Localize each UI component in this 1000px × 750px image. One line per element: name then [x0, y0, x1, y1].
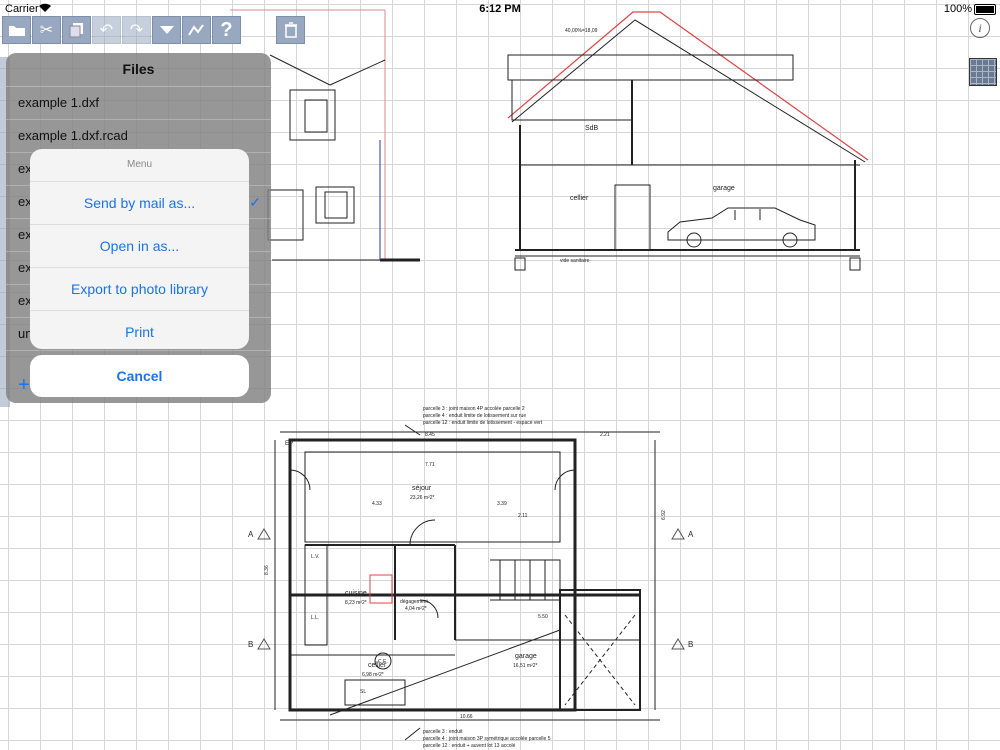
label-sl: SL [360, 689, 366, 695]
note-bottom-2: parcelle 4 : joint maison 3P symétrique … [423, 736, 551, 742]
dim-221: 2.21 [600, 432, 610, 438]
export-photo-library-button[interactable]: Export to photo library [30, 268, 249, 311]
send-by-mail-button[interactable]: Send by mail as... [30, 182, 249, 225]
label-sdb: SdB [585, 125, 599, 132]
label-garage-area: 16,51 m²2* [513, 663, 538, 669]
label-lv: L.V. [311, 554, 319, 560]
label-garage-bottom: garage [515, 653, 537, 660]
dim-339: 3.39 [497, 501, 507, 507]
label-roof-dim: 40,00%=18,09 [565, 28, 598, 34]
cancel-button[interactable]: Cancel [30, 355, 249, 397]
scissors-icon[interactable]: ✂ [32, 16, 61, 44]
label-sejour-area: 23,26 m²2* [410, 495, 435, 501]
label-cellier-area: 6,98 m²2* [362, 672, 384, 678]
dim-433: 4.33 [372, 501, 382, 507]
label-sejour: séjour [412, 485, 432, 492]
label-ce: C.E. [378, 659, 388, 665]
open-in-button[interactable]: Open in as... [30, 225, 249, 268]
dim-771: 7.71 [425, 462, 435, 468]
undo-icon[interactable]: ↶ [92, 16, 121, 44]
dim-211: 2.11 [518, 513, 528, 519]
note-bottom-3: parcelle 12 : enduit + auvent lot 13 acc… [423, 743, 516, 749]
dim-550: 5.50 [538, 614, 548, 620]
help-icon[interactable]: ? [212, 16, 241, 44]
label-garage-top: garage [713, 185, 735, 192]
label-section-a-right: A [688, 530, 694, 539]
file-item[interactable]: example 1.dxf [6, 87, 271, 120]
status-time: 6:12 PM [479, 3, 521, 15]
label-section-b-right: B [688, 640, 693, 649]
section-view [507, 11, 869, 271]
label-cuisine-area: 8,23 m²2* [345, 600, 367, 606]
folder-icon[interactable] [2, 16, 31, 44]
grid-toggle-icon[interactable] [969, 58, 997, 86]
dim-692: 6.92 [661, 510, 667, 520]
label-section-b: B [248, 640, 253, 649]
dim-845: 8.45 [425, 432, 435, 438]
menu-title: Menu [30, 149, 249, 182]
measure-icon[interactable] [182, 16, 211, 44]
dropdown-icon[interactable] [152, 16, 181, 44]
trash-icon[interactable] [276, 16, 305, 44]
battery-icon [974, 4, 996, 15]
note-top-2: parcelle 4 : enduit limite de lotissemen… [423, 413, 526, 419]
files-title: Files [6, 53, 271, 87]
label-degagement-area: 4,04 m²2* [405, 606, 427, 612]
battery-percent: 100% [943, 3, 972, 15]
dim-1066: 10.66 [460, 714, 473, 720]
note-top-3: parcelle 12 : enduit limite de lotisseme… [423, 420, 543, 426]
note-bottom-1: parcelle 3 : enduit [423, 729, 463, 735]
label-ll: L.L. [311, 615, 319, 621]
note-top-1: parcelle 3 : joint maison 4P accolée par… [423, 406, 525, 412]
add-file-icon[interactable]: + [18, 374, 30, 397]
label-cellier-top: cellier [570, 195, 589, 202]
action-menu: Menu Send by mail as... Open in as... Ex… [30, 149, 249, 349]
label-ep: EP [285, 441, 293, 447]
label-vide: vide sanitaire [560, 258, 590, 264]
floor-plan [274, 424, 660, 741]
copy-icon[interactable] [62, 16, 91, 44]
info-icon[interactable]: i [970, 18, 990, 38]
label-cuisine: cuisine [345, 590, 367, 597]
checkmark-icon: ✓ [249, 194, 261, 210]
dim-836: 8.36 [264, 565, 270, 575]
print-button[interactable]: Print [30, 311, 249, 349]
toolbar: ✂ ↶ ↷ ? [2, 16, 305, 44]
label-degagement: dégagement [400, 599, 428, 605]
label-section-a: A [248, 530, 254, 539]
file-name: example 1.dxf.rcad [18, 128, 128, 143]
file-name: example 1.dxf [18, 95, 99, 110]
redo-icon[interactable]: ↷ [122, 16, 151, 44]
